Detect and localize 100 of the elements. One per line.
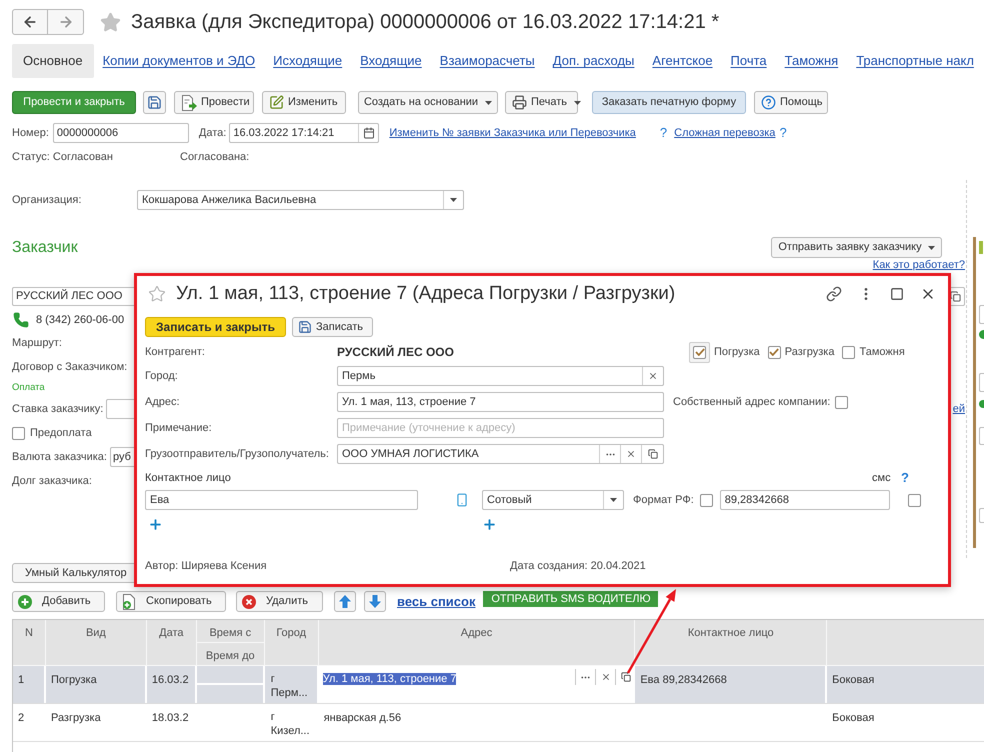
star-icon[interactable] <box>100 12 121 32</box>
selected-text: Ул. 1 мая, 113, строение 7 <box>322 673 456 685</box>
window-title: Заявка (для Экспедитора) 0000000006 от 16.03.2022 17:14:21 * <box>131 10 720 35</box>
save-button[interactable]: Записать <box>292 317 373 337</box>
checkbox[interactable] <box>689 342 710 362</box>
checkbox[interactable] <box>768 346 781 358</box>
create-based-on-button[interactable]: Создать на основании <box>358 91 498 114</box>
link[interactable]: Изменить № заявки Заказчика или Перевозчика <box>389 124 636 142</box>
field-label: Долг заказчика: <box>12 474 92 489</box>
table-cell-text: январская д.56 <box>322 711 402 726</box>
tab[interactable]: Агентское <box>643 44 722 78</box>
move-down-button[interactable] <box>364 591 386 612</box>
column-header[interactable]: Адрес <box>318 620 636 666</box>
counterparty-name: РУССКИЙ ЛЕС ООО <box>337 344 455 361</box>
help-mark[interactable]: ? <box>660 123 668 143</box>
link[interactable]: Сложная перевозка <box>674 124 776 142</box>
table-row[interactable]: 1 Погрузка 16.03.2 г Перм... Ул. 1 мая, 113, строение 7 Ева 89,28342668 Боковая <box>13 666 984 704</box>
field-label: Формат РФ: <box>633 492 694 508</box>
caret-down-icon <box>574 100 582 104</box>
input-field[interactable]: Пермь <box>337 366 664 386</box>
input-field[interactable]: Ул. 1 мая, 113, строение 7 <box>337 392 664 412</box>
checkbox[interactable] <box>12 426 25 440</box>
column-header[interactable]: Дата <box>146 620 197 666</box>
checkbox[interactable] <box>835 396 848 408</box>
tab[interactable]: Исходящие <box>264 44 352 78</box>
column-header[interactable]: N <box>13 620 46 666</box>
print-button[interactable]: Печать <box>505 91 578 114</box>
table-cell-text: 2 <box>17 711 26 726</box>
printer-icon <box>512 95 527 110</box>
number-field[interactable]: 0000000006 <box>52 123 189 143</box>
add-button[interactable]: Добавить <box>12 591 105 612</box>
field-label: Согласована: <box>180 150 250 165</box>
tab[interactable]: Взаиморасчеты <box>430 44 544 78</box>
move-up-button[interactable] <box>334 591 356 612</box>
address-field[interactable]: Ул. 1 мая, 113, строение 7 <box>318 666 636 703</box>
tab[interactable]: Копии документов и ЭДО <box>94 44 264 78</box>
table-cell-text: 18.03.2 <box>150 711 190 726</box>
organization-field[interactable]: Кокшарова Анжелика Васильевна <box>137 190 464 210</box>
tab[interactable]: Таможня <box>776 44 848 78</box>
date-field[interactable]: 16.03.2022 17:14:21 <box>229 123 380 143</box>
phone-field[interactable]: 89,28342668 <box>720 490 890 510</box>
tab[interactable]: Основное <box>12 44 94 78</box>
calendar-icon <box>362 127 375 139</box>
post-button[interactable]: Провести <box>174 91 254 114</box>
checkbox[interactable] <box>842 346 856 358</box>
arrow-right-icon <box>58 14 74 30</box>
field-label: смс <box>872 470 891 486</box>
caret-down-icon <box>610 498 617 502</box>
document-plus-icon <box>122 594 136 610</box>
tick-icon <box>769 348 780 356</box>
input-field[interactable]: Ева <box>145 490 418 510</box>
link-icon[interactable] <box>826 286 842 302</box>
order-print-form-button[interactable]: Заказать печатную форму <box>592 91 746 114</box>
checkbox-label: Предоплата <box>30 426 92 441</box>
edit-button[interactable]: Изменить <box>262 91 346 114</box>
caret-down-icon <box>485 100 492 104</box>
checkbox-label: Погрузка <box>714 344 760 360</box>
send-to-customer-button[interactable]: Отправить заявку заказчику <box>771 237 942 258</box>
field-label: Адрес: <box>145 394 180 410</box>
back-button[interactable] <box>12 9 48 35</box>
tab[interactable]: Почта <box>722 44 776 78</box>
post-and-close-button[interactable]: Провести и закрыть <box>12 91 136 114</box>
phone-type-dropdown[interactable]: Сотовый <box>482 490 624 510</box>
save-button[interactable] <box>143 91 166 114</box>
link[interactable]: Как это работает? <box>872 258 965 272</box>
delete-button[interactable]: Удалить <box>236 591 323 612</box>
input-field[interactable]: ООО УМНАЯ ЛОГИСТИКА <box>337 444 664 464</box>
column-header[interactable]: Время до <box>196 643 265 666</box>
x-circle-icon <box>242 594 256 608</box>
mobile-phone-icon <box>455 493 469 507</box>
column-header[interactable]: Город <box>264 620 319 666</box>
send-sms-button[interactable]: ОТПРАВИТЬ SMS ВОДИТЕЛЮ <box>483 591 658 607</box>
column-header[interactable]: Вид <box>46 620 147 666</box>
checkbox[interactable] <box>700 494 713 506</box>
help-button[interactable]: Помощь <box>754 91 828 114</box>
field-edge <box>979 427 984 445</box>
maximize-icon[interactable] <box>890 287 904 301</box>
help-mark[interactable]: ? <box>901 468 909 488</box>
checkbox[interactable] <box>908 494 921 506</box>
column-header[interactable]: Время с <box>196 620 265 643</box>
field-edge <box>979 373 984 392</box>
plus-icon[interactable] <box>482 516 497 532</box>
link[interactable]: весь список <box>397 592 476 612</box>
checkbox-label: Разгрузка <box>784 344 834 360</box>
close-icon <box>626 449 636 459</box>
column-header[interactable]: Контактное лицо <box>635 620 828 666</box>
link[interactable]: ей <box>952 400 965 418</box>
copy-icon <box>648 449 658 459</box>
tab[interactable]: Транспортные накл <box>847 44 983 78</box>
close-icon <box>600 672 611 682</box>
checkbox-label: Таможня <box>859 344 905 360</box>
help-mark[interactable]: ? <box>779 123 787 143</box>
copy-button[interactable]: Скопировать <box>116 591 226 612</box>
tab[interactable]: Входящие <box>351 44 431 78</box>
plus-icon[interactable] <box>148 516 163 532</box>
copy-icon <box>950 291 960 302</box>
save-and-close-button[interactable]: Записать и закрыть <box>145 317 286 337</box>
tab[interactable]: Доп. расходы <box>544 44 644 78</box>
field-label: Город: <box>145 368 178 384</box>
star-icon[interactable] <box>148 285 166 303</box>
